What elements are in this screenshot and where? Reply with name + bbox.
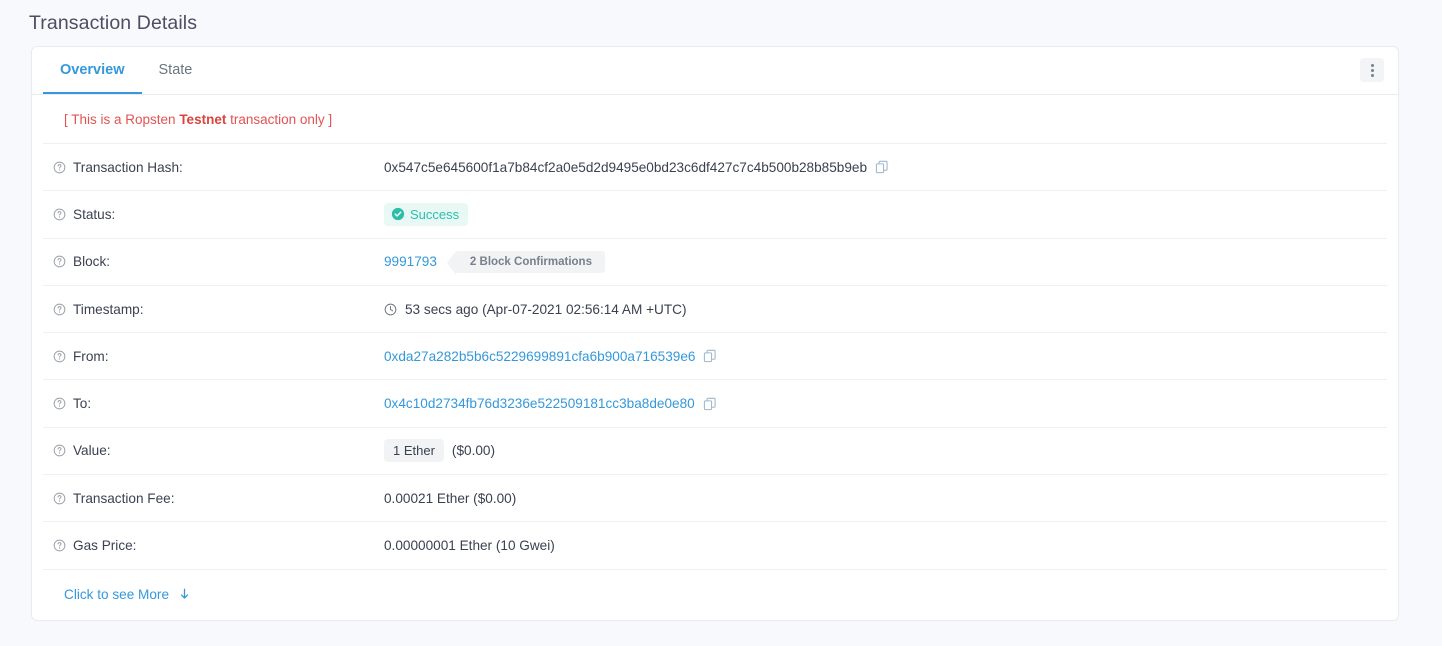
row-value-label: Value: (43, 443, 384, 458)
page-title: Transaction Details (0, 0, 1442, 35)
row-from-label: From: (43, 349, 384, 364)
card-footer: Click to see More (43, 570, 1387, 620)
help-icon[interactable] (53, 444, 66, 457)
clock-icon (384, 303, 397, 316)
testnet-banner-prefix: [ This is a Ropsten (64, 112, 179, 127)
block-confirmations-badge: 2 Block Confirmations (455, 251, 605, 273)
value-amount-badge: 1 Ether (384, 439, 444, 462)
help-icon[interactable] (53, 539, 66, 552)
check-circle-icon (391, 207, 405, 221)
status-badge: Success (384, 203, 468, 226)
row-label-text: Transaction Hash: (73, 160, 183, 175)
row-label-text: Timestamp: (73, 302, 144, 317)
help-icon[interactable] (53, 161, 66, 174)
tab-state-label: State (159, 62, 193, 78)
row-transaction-hash: Transaction Hash: 0x547c5e645600f1a7b84c… (43, 144, 1387, 191)
row-gas-price: Gas Price: 0.00000001 Ether (10 Gwei) (43, 522, 1387, 569)
row-to: To: 0x4c10d2734fb76d3236e522509181cc3ba8… (43, 380, 1387, 427)
row-value: Value: 1 Ether ($0.00) (43, 428, 1387, 475)
more-options-icon[interactable] (1360, 58, 1384, 82)
help-icon[interactable] (53, 492, 66, 505)
tab-overview[interactable]: Overview (43, 47, 142, 94)
row-label-text: Status: (73, 207, 115, 222)
help-icon[interactable] (53, 350, 66, 363)
see-more-link[interactable]: Click to see More (64, 587, 169, 602)
row-status-value: Success (384, 203, 468, 226)
row-from: From: 0xda27a282b5b6c5229699891cfa6b900a… (43, 333, 1387, 380)
row-block: Block: 9991793 2 Block Confirmations (43, 239, 1387, 286)
testnet-banner-emphasis: Testnet (179, 112, 226, 127)
gas-price-text: 0.00000001 Ether (10 Gwei) (384, 538, 555, 553)
row-label-text: Value: (73, 443, 111, 458)
transaction-fee-text: 0.00021 Ether ($0.00) (384, 491, 516, 506)
row-transaction-fee-label: Transaction Fee: (43, 491, 384, 506)
help-icon[interactable] (53, 255, 66, 268)
transaction-hash-text: 0x547c5e645600f1a7b84cf2a0e5d2d9495e0bd2… (384, 160, 867, 175)
timestamp-text: 53 secs ago (Apr-07-2021 02:56:14 AM +UT… (405, 302, 686, 317)
transaction-details-card: Overview State [ This is a Ropsten Testn… (31, 46, 1399, 621)
row-label-text: From: (73, 349, 109, 364)
help-icon[interactable] (53, 208, 66, 221)
help-icon[interactable] (53, 303, 66, 316)
row-gas-price-value: 0.00000001 Ether (10 Gwei) (384, 538, 555, 553)
row-label-text: Block: (73, 254, 110, 269)
to-address-link[interactable]: 0x4c10d2734fb76d3236e522509181cc3ba8de0e… (384, 396, 695, 411)
row-status-label: Status: (43, 207, 384, 222)
tab-list: Overview State (32, 47, 209, 94)
row-transaction-hash-label: Transaction Hash: (43, 160, 384, 175)
row-block-value: 9991793 2 Block Confirmations (384, 251, 605, 273)
row-to-label: To: (43, 396, 384, 411)
arrow-down-icon[interactable] (178, 587, 191, 601)
row-value-content: 1 Ether ($0.00) (384, 439, 495, 462)
row-label-text: To: (73, 396, 91, 411)
testnet-banner: [ This is a Ropsten Testnet transaction … (43, 95, 1387, 144)
row-label-text: Gas Price: (73, 538, 136, 553)
copy-icon[interactable] (703, 349, 717, 363)
block-number-link[interactable]: 9991793 (384, 254, 437, 269)
row-timestamp: Timestamp: 53 secs ago (Apr-07-2021 02:5… (43, 286, 1387, 333)
testnet-banner-suffix: transaction only ] (226, 112, 332, 127)
copy-icon[interactable] (703, 397, 717, 411)
tab-state[interactable]: State (142, 47, 210, 94)
row-label-text: Transaction Fee: (73, 491, 175, 506)
row-from-value: 0xda27a282b5b6c5229699891cfa6b900a716539… (384, 349, 717, 364)
tab-bar: Overview State (32, 47, 1398, 95)
tab-overview-label: Overview (60, 62, 125, 78)
status-badge-label: Success (410, 207, 459, 222)
row-transaction-hash-value: 0x547c5e645600f1a7b84cf2a0e5d2d9495e0bd2… (384, 160, 889, 175)
copy-icon[interactable] (875, 160, 889, 174)
row-status: Status: Success (43, 191, 1387, 238)
row-to-value: 0x4c10d2734fb76d3236e522509181cc3ba8de0e… (384, 396, 717, 411)
row-gas-price-label: Gas Price: (43, 538, 384, 553)
row-transaction-fee-value: 0.00021 Ether ($0.00) (384, 491, 516, 506)
row-timestamp-label: Timestamp: (43, 302, 384, 317)
row-timestamp-value: 53 secs ago (Apr-07-2021 02:56:14 AM +UT… (384, 302, 686, 317)
help-icon[interactable] (53, 397, 66, 410)
value-usd-text: ($0.00) (452, 443, 495, 458)
row-block-label: Block: (43, 254, 384, 269)
row-transaction-fee: Transaction Fee: 0.00021 Ether ($0.00) (43, 475, 1387, 522)
from-address-link[interactable]: 0xda27a282b5b6c5229699891cfa6b900a716539… (384, 349, 695, 364)
